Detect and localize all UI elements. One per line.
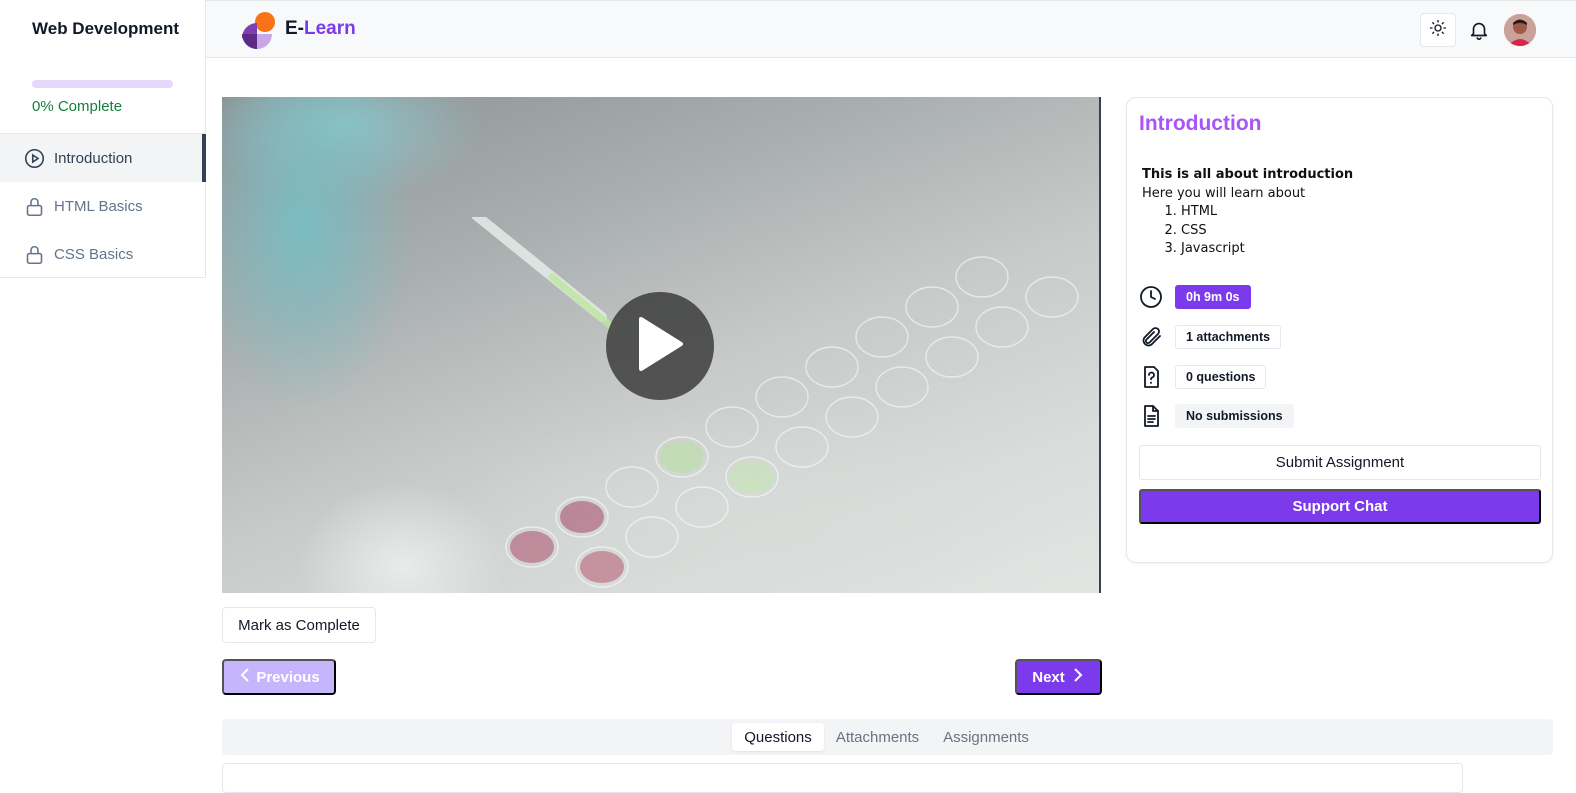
chapter-label: CSS Basics xyxy=(54,245,134,263)
video-player[interactable] xyxy=(222,97,1101,593)
chevron-right-icon xyxy=(1071,667,1085,687)
lesson-title: Introduction xyxy=(1139,112,1262,135)
question-file-icon xyxy=(1139,365,1163,389)
previous-button[interactable]: Previous xyxy=(222,659,336,695)
content-tabs: Questions Attachments Assignments xyxy=(222,719,1553,755)
questions-row: 0 questions xyxy=(1139,365,1267,389)
brand-name[interactable]: E-Learn xyxy=(285,18,356,40)
play-button[interactable] xyxy=(606,292,714,400)
lesson-description: This is all about introduction Here you … xyxy=(1142,166,1353,259)
course-title: Web Development xyxy=(32,19,180,38)
topic-list: HTML CSS Javascript xyxy=(1142,203,1353,259)
tab-questions[interactable]: Questions xyxy=(732,723,824,751)
lock-icon xyxy=(24,196,45,217)
questions-badge: 0 questions xyxy=(1175,365,1267,389)
user-avatar[interactable] xyxy=(1504,14,1536,46)
course-sidebar: Web Development 0% Complete Introduction… xyxy=(0,0,206,278)
chapter-label: Introduction xyxy=(54,149,133,167)
next-button[interactable]: Next xyxy=(1015,659,1102,695)
submissions-row: No submissions xyxy=(1139,404,1294,428)
next-label: Next xyxy=(1032,668,1065,686)
chapter-label: HTML Basics xyxy=(54,197,143,215)
submit-assignment-button[interactable]: Submit Assignment xyxy=(1139,445,1541,480)
description-heading: This is all about introduction xyxy=(1142,167,1354,182)
chapter-item-css-basics[interactable]: CSS Basics xyxy=(0,230,206,278)
support-chat-button[interactable]: Support Chat xyxy=(1139,489,1541,524)
topic-item: Javascript xyxy=(1181,240,1353,259)
duration-badge: 0h 9m 0s xyxy=(1175,285,1251,309)
submissions-badge: No submissions xyxy=(1175,404,1294,428)
lesson-info-card: Introduction This is all about introduct… xyxy=(1126,97,1553,563)
tab-content-panel xyxy=(222,763,1463,793)
duration-row: 0h 9m 0s xyxy=(1139,285,1251,309)
lock-icon xyxy=(24,244,45,265)
description-intro: Here you will learn about xyxy=(1142,185,1306,201)
course-progress-bar xyxy=(32,80,173,88)
attachments-badge: 1 attachments xyxy=(1175,325,1282,349)
chapter-item-introduction[interactable]: Introduction xyxy=(0,134,206,182)
theme-toggle-button[interactable] xyxy=(1420,13,1456,47)
chapter-item-html-basics[interactable]: HTML Basics xyxy=(0,182,206,230)
play-circle-icon xyxy=(24,148,45,169)
top-header: E-Learn xyxy=(206,0,1576,58)
brand-prefix: E- xyxy=(285,18,304,39)
mark-complete-button[interactable]: Mark as Complete xyxy=(222,607,376,643)
video-thumbnail xyxy=(472,217,1079,588)
tab-assignments[interactable]: Assignments xyxy=(934,723,1038,751)
document-icon xyxy=(1139,404,1163,428)
bell-icon[interactable] xyxy=(1468,18,1490,42)
sun-icon xyxy=(1429,19,1447,42)
course-progress-text: 0% Complete xyxy=(32,98,123,115)
brand-suffix: Learn xyxy=(304,18,356,39)
chevron-left-icon xyxy=(238,667,252,687)
topic-item: HTML xyxy=(1181,203,1353,222)
previous-label: Previous xyxy=(256,668,320,686)
attachments-row: 1 attachments xyxy=(1139,325,1282,349)
play-icon xyxy=(635,315,685,378)
tab-attachments[interactable]: Attachments xyxy=(828,723,927,751)
brand-logo-icon[interactable] xyxy=(239,11,277,49)
topic-item: CSS xyxy=(1181,222,1353,241)
clock-icon xyxy=(1139,285,1163,309)
paperclip-icon xyxy=(1139,325,1163,349)
chapter-list: Introduction HTML Basics CSS Basics xyxy=(0,133,206,278)
